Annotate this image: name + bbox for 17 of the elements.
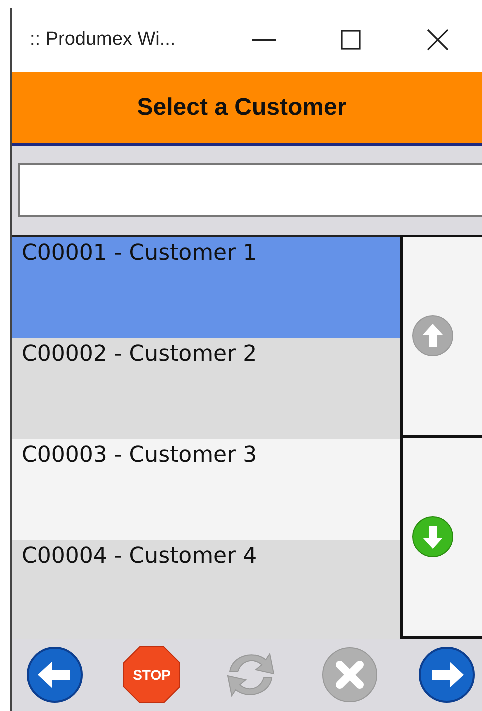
- customer-row[interactable]: C00001 - Customer 1: [12, 237, 400, 338]
- customer-row[interactable]: C00002 - Customer 2: [12, 338, 400, 439]
- stop-label: STOP: [133, 667, 171, 683]
- stop-button[interactable]: STOP: [123, 646, 181, 704]
- close-icon: [427, 29, 450, 51]
- window-title: :: Produmex Wi...: [29, 29, 177, 51]
- customer-row[interactable]: C00004 - Customer 4: [12, 540, 400, 641]
- maximize-icon: [340, 30, 361, 50]
- forward-button[interactable]: [418, 646, 476, 704]
- cancel-icon: [321, 646, 379, 704]
- back-button[interactable]: [26, 646, 84, 704]
- minimize-icon: [252, 38, 276, 42]
- customer-row[interactable]: C00003 - Customer 3: [12, 439, 400, 540]
- stop-sign-icon: [123, 646, 181, 704]
- scroll-down-button[interactable]: [403, 438, 482, 639]
- header-title: Select a Customer: [137, 94, 347, 122]
- search-field[interactable]: [18, 163, 482, 217]
